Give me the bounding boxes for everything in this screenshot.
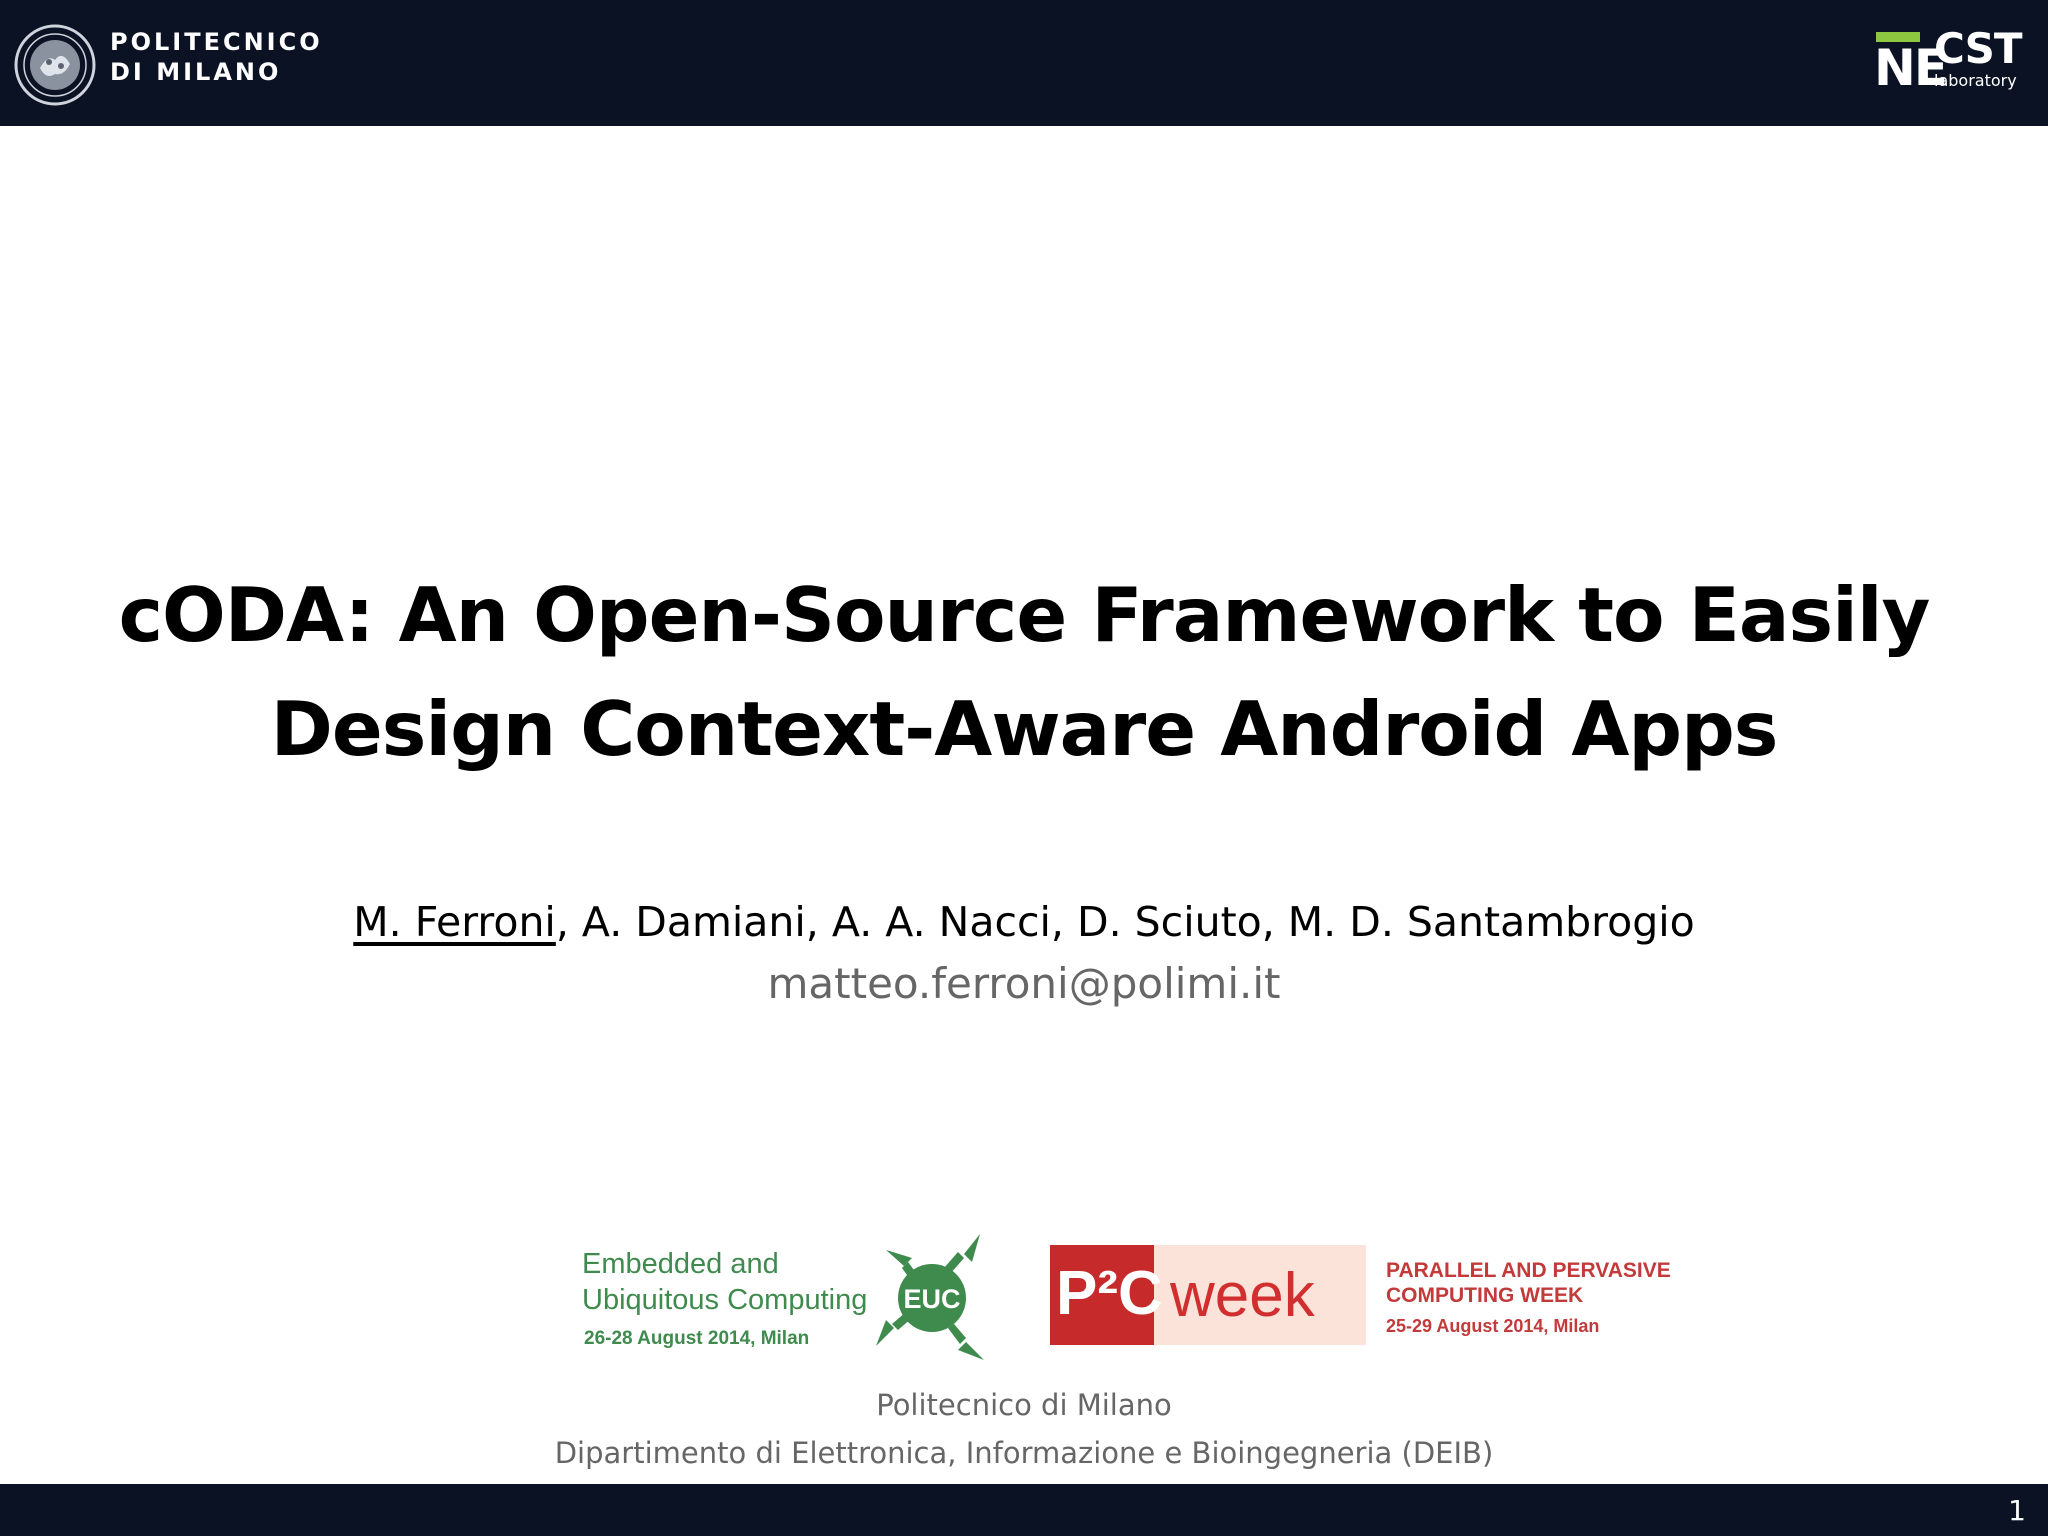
p2c-line1: PARALLEL AND PERVASIVE — [1386, 1259, 1671, 1282]
polimi-seal-logo — [14, 24, 96, 106]
p2c-date: 25-29 August 2014, Milan — [1386, 1316, 1600, 1336]
p2c-logo-text: P²C — [1056, 1259, 1163, 1328]
affiliation-university: Politecnico di Milano — [876, 1388, 1172, 1422]
euc-badge-text: EUC — [903, 1284, 960, 1314]
affiliation-department: Dipartimento di Elettronica, Informazion… — [554, 1436, 1494, 1470]
euc-arrows-icon: EUC — [876, 1234, 984, 1360]
presenting-author: M. Ferroni — [353, 898, 556, 946]
co-authors: , A. Damiani, A. A. Nacci, D. Sciuto, M.… — [555, 898, 1695, 946]
necst-logo-laboratory: laboratory — [1934, 71, 2017, 90]
top-header-bar: POLITECNICO DI MILANO NE CST laboratory — [0, 0, 2048, 126]
p2c-week-logo: P²C week — [1050, 1245, 1366, 1345]
contact-email: matteo.ferroni@polimi.it — [767, 959, 1281, 1008]
necst-lab-logo: NE CST laboratory — [1874, 26, 2024, 97]
slide-title-line2: Design Context-Aware Android Apps — [270, 685, 1779, 773]
euc-conference-logo: Embedded and Ubiquitous Computing 26-28 … — [582, 1232, 1002, 1362]
necst-logo-cst: CST — [1934, 24, 2023, 73]
bottom-footer-bar: 1 — [0, 1484, 2048, 1536]
euc-title-line1: Embedded and — [582, 1248, 779, 1280]
p2c-red-block: P²C — [1050, 1245, 1163, 1345]
euc-date: 26-28 August 2014, Milan — [584, 1328, 810, 1349]
author-list: M. Ferroni, A. Damiani, A. A. Nacci, D. … — [0, 896, 2048, 948]
page-number: 1 — [2008, 1494, 2026, 1527]
euc-title-line2: Ubiquitous Computing — [582, 1284, 868, 1316]
slide-title: cODA: An Open-Source Framework to Easily… — [60, 558, 1988, 786]
university-name: POLITECNICO DI MILANO — [110, 27, 323, 87]
p2c-week-text: week — [1170, 1261, 1315, 1330]
p2c-line2: COMPUTING WEEK — [1386, 1284, 1584, 1307]
university-name-line1: POLITECNICO — [110, 28, 323, 56]
slide-title-line1: cODA: An Open-Source Framework to Easily — [118, 571, 1931, 659]
p2c-description: PARALLEL AND PERVASIVE COMPUTING WEEK 25… — [1386, 1258, 1671, 1337]
university-name-line2: DI MILANO — [110, 58, 282, 86]
